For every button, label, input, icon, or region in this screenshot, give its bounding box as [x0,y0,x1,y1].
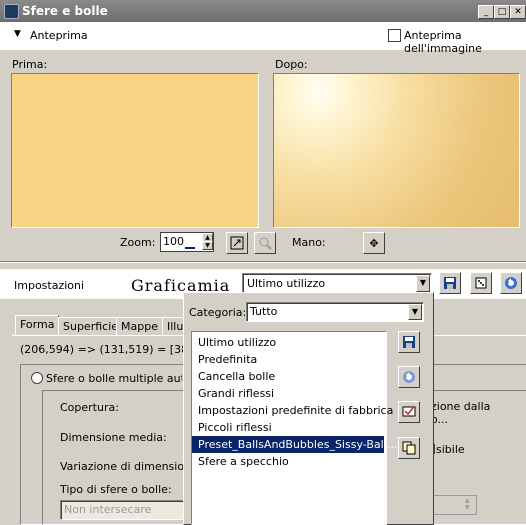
reset-icon [403,371,415,383]
close-button[interactable]: ✕ [510,5,526,19]
list-item[interactable]: Cancella bolle [192,368,384,385]
maximize-button[interactable]: □ [494,5,510,19]
hand-tool-button[interactable]: ✥ [363,232,385,254]
move-icon: ✥ [369,236,379,250]
edit-list-icon [402,406,416,417]
type-value: Non intersecare [64,503,152,516]
auto-spheres-label: Sfere o bolle multiple automa [46,372,182,385]
value-spinner[interactable]: ▲ ▼ [431,495,477,515]
dropdown-arrow-icon[interactable]: ▼ [416,275,430,292]
category-select[interactable]: Tutto ▼ [246,302,424,322]
collapse-arrow-icon[interactable]: ▼ [14,29,21,39]
avg-size-label: Dimensione media: [60,431,167,444]
reset-button[interactable] [500,272,522,294]
copy-icon [402,441,416,455]
list-item[interactable]: Predefinita [192,351,384,368]
preset-list[interactable]: Ultimo utilizzo Predefinita Cancella bol… [191,331,398,525]
list-item[interactable]: Impostazioni predefinite di fabbrica [192,402,393,419]
type-select[interactable]: Non intersecare [60,500,186,520]
type-label: Tipo di sfere o bolle: [60,483,172,496]
preview-toggle-label[interactable]: Anteprima [30,29,88,42]
save-icon [403,336,415,348]
settings-label: Impostazioni [14,279,85,292]
zoom-value: 100 [163,235,184,248]
zoom-label: Zoom: [120,236,156,249]
popup-copy-button[interactable] [398,437,420,459]
before-preview [11,73,259,228]
before-label: Prima: [12,58,48,71]
randomize-button[interactable] [470,272,492,294]
list-item-selected[interactable]: Preset_BallsAndBubbles_Sissy-Bal.... [192,436,398,453]
category-value: Tutto [250,305,278,318]
category-label: Categoria: [189,306,247,319]
zoom-fit-icon [230,236,244,250]
zoom-tool-button[interactable] [254,232,276,254]
right-text-1: zione dalla [431,400,491,413]
popup-reset-button[interactable] [398,366,420,388]
category-dropdown-arrow-icon[interactable]: ▼ [408,304,422,320]
minimize-button[interactable]: _ [478,5,494,19]
preset-select[interactable]: Ultimo utilizzo ▼ [242,273,432,294]
coverage-label: Copertura: [60,401,119,414]
popup-save-button[interactable] [398,331,420,353]
app-icon [4,4,19,19]
popup-edit-button[interactable] [398,401,420,423]
window-title: Sfere e bolle [22,4,108,18]
list-item[interactable]: Grandi riflessi [192,385,384,402]
reset-icon [505,277,517,289]
hand-label: Mano: [292,236,326,249]
zoom-down-icon[interactable]: ▼ [202,241,213,250]
right-text-3: sibile [436,443,465,456]
list-item[interactable]: Ultimo utilizzo [192,334,384,351]
image-preview-label: Anteprima dell'immagine [404,29,482,55]
title-bar: Sfere e bolle _ □ ✕ [0,0,526,22]
image-preview-checkbox[interactable] [388,29,401,42]
after-label: Dopo: [275,58,308,71]
list-item[interactable]: Piccoli riflessi [192,419,384,436]
preset-browser-popup: Categoria: Tutto ▼ Ultimo utilizzo Prede… [183,292,434,525]
magnifier-icon [259,237,272,250]
tab-forma[interactable]: Forma [15,315,60,337]
tab-superficie[interactable]: Superficie [58,317,124,337]
after-preview [273,73,520,228]
dice-icon [475,277,487,289]
auto-spheres-radio[interactable] [31,372,43,384]
size-variation-label: Variazione di dimensione: [60,460,202,473]
save-preset-button[interactable] [439,272,461,294]
tab-mappe[interactable]: Mappe [116,317,163,337]
preset-value: Ultimo utilizzo [247,277,326,290]
list-item[interactable]: Sfere a specchio [192,453,384,470]
zoom-input[interactable]: 100 ▲ ▼ [160,232,214,252]
fit-to-window-button[interactable] [226,232,248,254]
preview-bar: ▼ Anteprima Anteprima dell'immagine [0,22,526,55]
save-icon [444,277,456,289]
